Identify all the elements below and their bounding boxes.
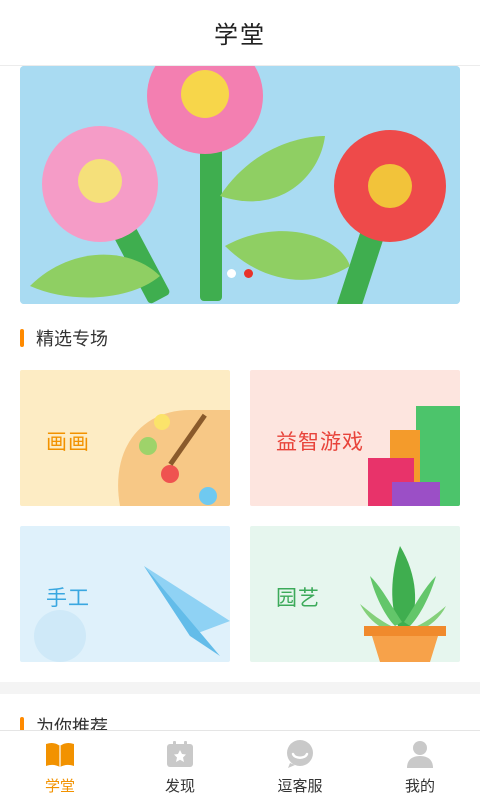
- tab-label: 发现: [164, 777, 195, 795]
- section-divider: [0, 682, 480, 694]
- top-header: 学堂: [0, 0, 480, 66]
- tab-label: 逗客服: [277, 777, 323, 795]
- category-label-handcraft: 手工: [46, 586, 90, 610]
- category-card-gardening[interactable]: 园艺: [250, 526, 460, 662]
- user-icon: [403, 737, 437, 771]
- tab-discover[interactable]: 发现: [120, 731, 240, 800]
- banner-carousel[interactable]: [20, 66, 460, 304]
- carousel-dot-active[interactable]: [244, 269, 253, 278]
- bottom-tab-bar: 学堂 发现 逗客服 我的: [0, 730, 480, 800]
- category-label-drawing: 画画: [46, 430, 90, 454]
- chat-bubble-icon: [283, 737, 317, 771]
- carousel-dot[interactable]: [227, 269, 236, 278]
- book-icon: [43, 737, 77, 771]
- tab-mine[interactable]: 我的: [360, 731, 480, 800]
- page-title: 学堂: [214, 21, 266, 49]
- category-card-puzzle-games[interactable]: 益智游戏: [250, 370, 460, 506]
- featured-section-heading: 精选专场: [20, 326, 108, 350]
- tab-label: 学堂: [44, 777, 75, 795]
- tab-customer-service[interactable]: 逗客服: [240, 731, 360, 800]
- featured-section-title: 精选专场: [36, 329, 108, 350]
- tab-label: 我的: [404, 777, 435, 795]
- calendar-star-icon: [163, 737, 197, 771]
- category-card-handcraft[interactable]: 手工: [20, 526, 230, 662]
- carousel-indicator: [20, 269, 460, 278]
- category-label-puzzle-games: 益智游戏: [276, 430, 364, 454]
- section-accent-bar: [20, 329, 24, 347]
- category-card-drawing[interactable]: 画画: [20, 370, 230, 506]
- tab-classroom[interactable]: 学堂: [0, 731, 120, 800]
- category-label-gardening: 园艺: [276, 586, 320, 610]
